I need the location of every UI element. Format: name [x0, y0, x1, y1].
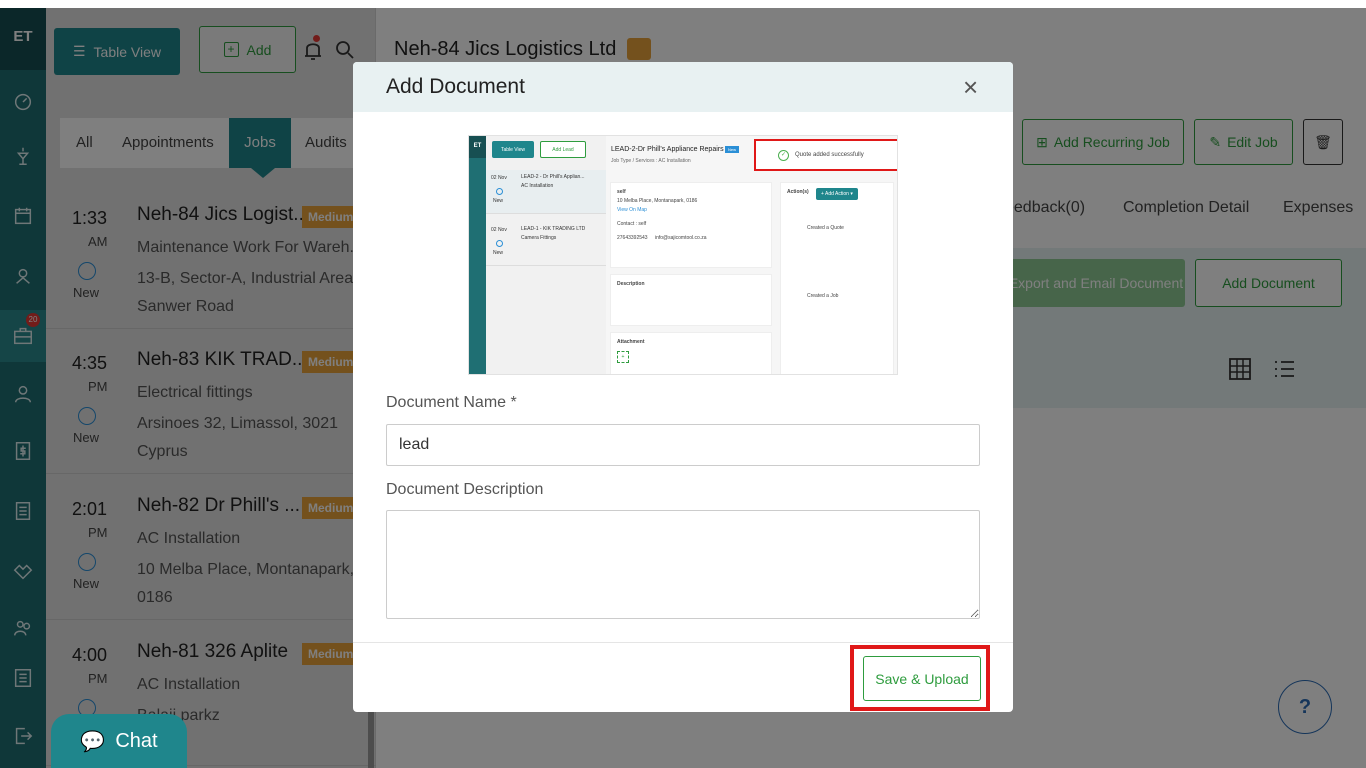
preview-list-item: 02 Nov LEAD-2 - Dr Phill's Applian... AC… — [486, 170, 606, 214]
preview-contact-card: self 10 Melba Place, Montanapark, 0186 V… — [610, 182, 772, 268]
preview-logo: ET — [469, 136, 486, 158]
close-icon[interactable]: × — [963, 74, 978, 100]
preview-plus-icon: + — [617, 351, 629, 363]
chat-label: Chat — [115, 729, 158, 752]
preview-toast-text: Quote added successfully — [795, 152, 864, 158]
modal-title: Add Document — [386, 75, 525, 98]
preview-lead-list: Table View Add Lead 02 Nov LEAD-2 - Dr P… — [486, 136, 606, 374]
document-name-label: Document Name * — [386, 394, 517, 411]
add-document-modal: Add Document × ET Table View Add Lead 02… — [353, 62, 1013, 712]
document-preview-image: ET Table View Add Lead 02 Nov LEAD-2 - D… — [468, 135, 898, 375]
modal-header: Add Document × — [353, 62, 1013, 112]
preview-attachment-label: Attachment — [617, 339, 645, 345]
preview-item-name: LEAD-1 - KIK TRADING LTD — [521, 226, 586, 232]
preview-item-name: LEAD-2 - Dr Phill's Applian... — [521, 174, 585, 180]
preview-description-card: Description — [610, 274, 772, 326]
preview-new-badge: New — [725, 146, 740, 153]
save-upload-button[interactable]: Save & Upload — [863, 656, 981, 701]
preview-status-circle — [496, 188, 503, 195]
preview-item-service: Camera Fittings — [521, 235, 557, 241]
preview-lead-detail: LEAD-2-Dr Phill's Appliance Repairs New … — [606, 136, 897, 374]
preview-title: LEAD-2-Dr Phill's Appliance Repairs — [611, 146, 724, 153]
document-name-input[interactable] — [386, 424, 980, 466]
check-icon: ✓ — [778, 149, 789, 161]
preview-item-status: New — [493, 198, 504, 204]
preview-item-status: New — [493, 250, 504, 256]
chat-button[interactable]: 💬 Chat — [51, 714, 187, 768]
preview-phone: 27643392543 — [617, 235, 648, 241]
document-description-textarea[interactable] — [386, 510, 980, 619]
preview-actions-card: Action(s) Created a Quote Created a Job — [780, 182, 894, 374]
preview-description-label: Description — [617, 281, 645, 287]
preview-contact-row: 27643392543 info@sajicomtool.co.za — [617, 235, 765, 241]
preview-created-quote: Created a Quote — [807, 225, 844, 231]
preview-add-lead-button: Add Lead — [540, 141, 586, 158]
preview-sidebar: ET — [469, 136, 486, 374]
preview-status-circle — [496, 240, 503, 247]
top-strip — [0, 0, 1366, 8]
preview-address: 10 Melba Place, Montanapark, 0186 — [617, 198, 698, 204]
preview-view-on-map: View On Map — [617, 207, 647, 213]
preview-item-date: 02 Nov — [491, 175, 507, 181]
preview-table-view-button: Table View — [492, 141, 534, 158]
preview-add-action-button: + Add Action ▾ — [816, 188, 858, 200]
preview-item-date: 02 Nov — [491, 227, 507, 233]
preview-email: info@sajicomtool.co.za — [654, 235, 707, 241]
preview-attachment-card: Attachment + — [610, 332, 772, 374]
preview-list-item: 02 Nov LEAD-1 - KIK TRADING LTD Camera F… — [486, 222, 606, 266]
preview-created-job: Created a Job — [807, 293, 839, 299]
preview-contact-name: self — [617, 189, 626, 195]
document-description-label: Document Description — [386, 481, 544, 498]
chat-bubble-icon: 💬 — [80, 730, 106, 753]
preview-job-type: Job Type / Services : AC Installation — [611, 158, 691, 164]
preview-item-service: AC Installation — [521, 183, 554, 189]
preview-contact-label: Contact : self — [617, 221, 647, 227]
modal-footer-divider — [353, 642, 1013, 643]
preview-success-toast: ✓ Quote added successfully — [754, 139, 897, 171]
